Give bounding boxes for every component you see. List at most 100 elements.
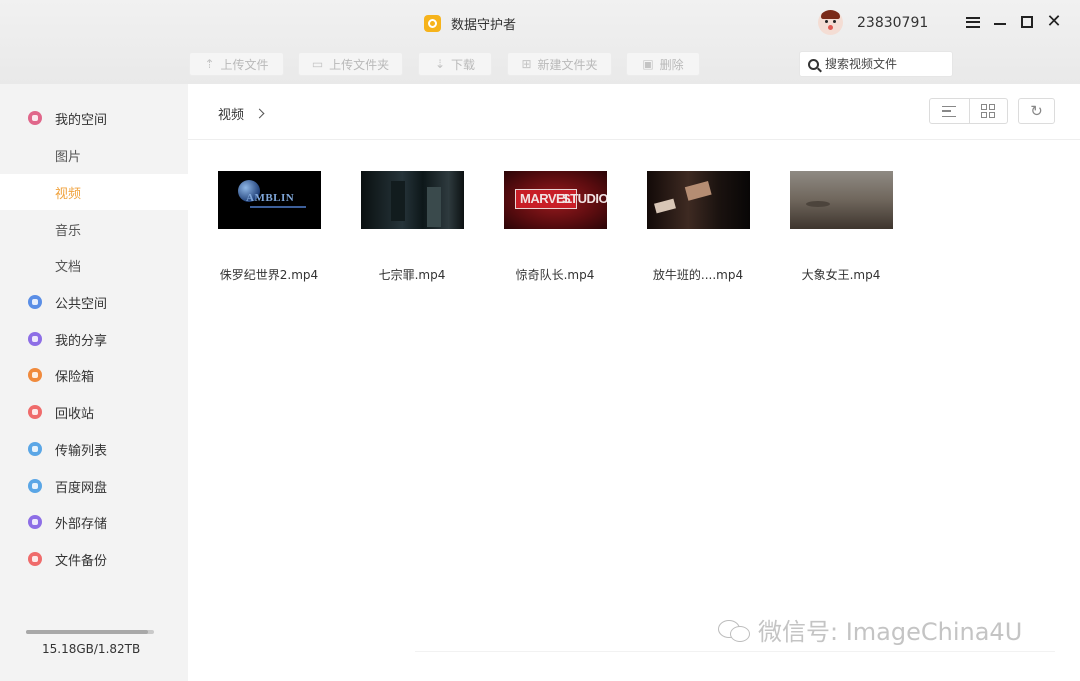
upload-file-button[interactable]: ⇡ 上传文件 (189, 52, 284, 76)
download-label: 下载 (451, 57, 476, 72)
sidebar-item-external-storage[interactable]: 外部存储 (0, 504, 188, 540)
sidebar-item-label: 回收站 (55, 406, 95, 422)
sidebar-item-label: 外部存储 (55, 516, 108, 532)
sidebar-item-label: 文档 (55, 259, 82, 275)
thumbnail-logo-text: STUDIOS (562, 191, 607, 206)
sidebar-item-images[interactable]: 图片 (0, 137, 188, 173)
sidebar-item-label: 公共空间 (55, 296, 108, 312)
sidebar: 我的空间 图片 视频 音乐 文档 公共空间 我的分享 保险箱 回收站 传输列表 … (0, 84, 188, 681)
sidebar-item-label: 传输列表 (55, 443, 108, 459)
sidebar-item-label: 图片 (55, 149, 82, 165)
transfer-icon (28, 442, 42, 456)
file-name[interactable]: 侏罗纪世界2.mp4 (209, 266, 329, 283)
sidebar-item-videos[interactable]: 视频 (0, 174, 188, 210)
file-name[interactable]: 七宗罪.mp4 (352, 266, 472, 283)
sidebar-item-documents[interactable]: 文档 (0, 247, 188, 283)
file-item[interactable]: 放牛班的....mp4 (638, 171, 758, 283)
sidebar-item-label: 我的空间 (55, 112, 108, 128)
file-name[interactable]: 大象女王.mp4 (781, 266, 901, 283)
avatar[interactable] (818, 10, 843, 35)
sidebar-item-recycle-bin[interactable]: 回收站 (0, 394, 188, 430)
delete-label: 删除 (659, 57, 684, 72)
breadcrumb-current[interactable]: 视频 (218, 104, 244, 123)
my-space-icon (28, 111, 42, 125)
sidebar-item-safe-box[interactable]: 保险箱 (0, 357, 188, 393)
file-browser: 视频 ↻ AMBLIN 侏罗纪世界2.mp4 七宗罪.mp4 MARVEL ST… (188, 84, 1080, 681)
thumbnail-logo-text: AMBLIN (246, 192, 295, 204)
app-logo-icon (424, 14, 441, 32)
file-item[interactable]: MARVEL STUDIOS 惊奇队长.mp4 (495, 171, 615, 283)
search-icon (808, 58, 819, 70)
list-view-icon (942, 105, 957, 117)
minimize-icon[interactable] (993, 12, 1007, 32)
safe-icon (28, 368, 42, 382)
paper-plane-icon (28, 295, 42, 309)
file-name[interactable]: 惊奇队长.mp4 (495, 266, 615, 283)
sidebar-item-my-space[interactable]: 我的空间 (0, 100, 188, 136)
list-view-button[interactable] (930, 99, 969, 123)
upload-folder-button[interactable]: ▭ 上传文件夹 (298, 52, 403, 76)
search-input[interactable] (825, 57, 945, 71)
sidebar-item-label: 视频 (55, 186, 82, 202)
cloud-icon (28, 479, 42, 493)
delete-button[interactable]: ▣ 删除 (626, 52, 700, 76)
sidebar-item-label: 百度网盘 (55, 480, 108, 496)
upload-folder-label: 上传文件夹 (329, 57, 390, 72)
trash-icon (28, 405, 42, 419)
grid-view-icon (981, 104, 996, 118)
file-item[interactable]: 七宗罪.mp4 (352, 171, 472, 283)
folder-upload-icon: ▭ (311, 57, 324, 71)
grid-view-button[interactable] (968, 99, 1008, 123)
file-name[interactable]: 放牛班的....mp4 (638, 266, 758, 283)
refresh-icon: ↻ (1030, 102, 1043, 120)
watermark: 微信号: ImageChina4U (718, 612, 1022, 647)
new-folder-icon: ⊞ (521, 57, 532, 71)
file-item[interactable]: AMBLIN 侏罗纪世界2.mp4 (209, 171, 329, 283)
trash-icon: ▣ (642, 57, 654, 71)
video-thumbnail[interactable] (361, 171, 464, 229)
upload-icon: ⇡ (204, 57, 215, 71)
backup-icon (28, 552, 42, 566)
user-profile[interactable]: 23830791 (818, 10, 928, 35)
app-title-text: 数据守护者 (451, 17, 517, 33)
header-divider (188, 139, 1080, 140)
video-thumbnail[interactable] (790, 171, 893, 229)
storage-usage-text: 15.18GB/1.82TB (42, 642, 141, 656)
video-thumbnail[interactable]: MARVEL STUDIOS (504, 171, 607, 229)
new-folder-button[interactable]: ⊞ 新建文件夹 (507, 52, 612, 76)
window-controls: ✕ (966, 12, 1062, 32)
thumbnail-logo-underline (250, 206, 306, 208)
app-title: 数据守护者 (424, 12, 516, 34)
view-toggle (929, 98, 1008, 124)
watermark-text: 微信号: ImageChina4U (758, 618, 1023, 646)
video-thumbnail[interactable] (647, 171, 750, 229)
menu-icon[interactable] (966, 12, 980, 32)
refresh-button[interactable]: ↻ (1018, 98, 1055, 124)
close-icon[interactable]: ✕ (1046, 12, 1061, 32)
file-item[interactable]: 大象女王.mp4 (781, 171, 901, 283)
sidebar-item-label: 我的分享 (55, 333, 108, 349)
video-thumbnail[interactable]: AMBLIN (218, 171, 321, 229)
user-id: 23830791 (857, 14, 929, 31)
footer-divider (415, 651, 1055, 652)
sidebar-item-baidu-netdisk[interactable]: 百度网盘 (0, 468, 188, 504)
search-box[interactable] (799, 51, 953, 77)
download-icon: ⇣ (434, 57, 446, 71)
sidebar-item-my-shares[interactable]: 我的分享 (0, 321, 188, 357)
sidebar-item-public-space[interactable]: 公共空间 (0, 284, 188, 320)
sidebar-item-file-backup[interactable]: 文件备份 (0, 541, 188, 577)
share-icon (28, 332, 42, 346)
sidebar-item-label: 音乐 (55, 223, 82, 239)
storage-usage-fill (26, 630, 148, 634)
sidebar-item-music[interactable]: 音乐 (0, 211, 188, 247)
chevron-right-icon (254, 108, 265, 119)
new-folder-label: 新建文件夹 (537, 57, 598, 72)
storage-usage-bar (26, 630, 154, 634)
breadcrumb: 视频 (218, 104, 265, 123)
sidebar-item-label: 保险箱 (55, 369, 95, 385)
maximize-icon[interactable] (1020, 12, 1034, 32)
title-bar: 数据守护者 23830791 ✕ ⇡ 上传文件 ▭ 上传文件夹 ⇣ 下载 ⊞ 新… (0, 0, 1080, 84)
wechat-icon (718, 618, 752, 642)
download-button[interactable]: ⇣ 下载 (418, 52, 492, 76)
sidebar-item-transfer-list[interactable]: 传输列表 (0, 431, 188, 467)
